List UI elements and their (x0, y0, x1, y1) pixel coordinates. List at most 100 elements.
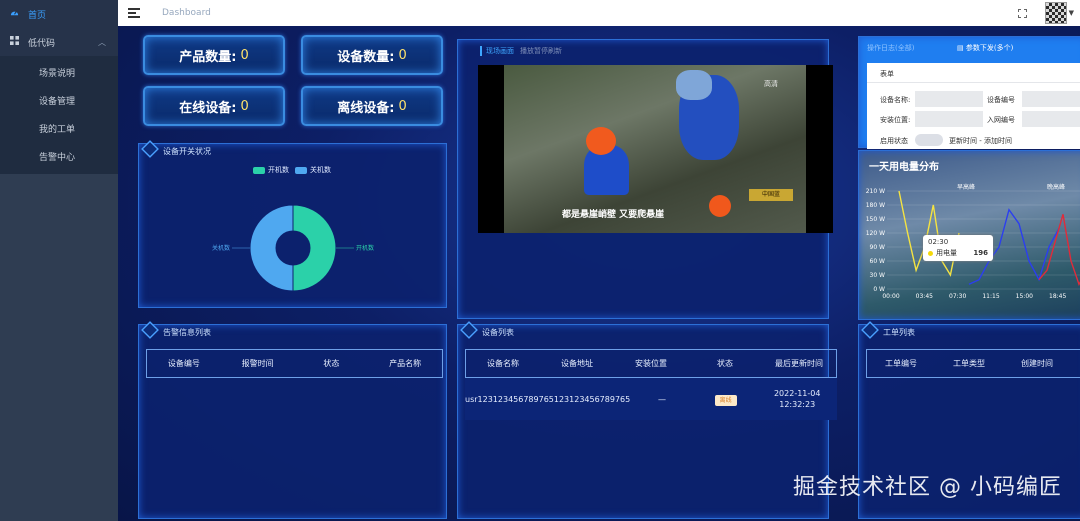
grid-icon (10, 36, 20, 48)
label-location: 安装位置: (880, 116, 911, 124)
location-input[interactable] (915, 111, 983, 127)
label-device-no: 设备编号 (987, 96, 1015, 104)
label-update-time: 更新时间 - 添加时间 (949, 137, 1012, 145)
cell-updated: 2022-11-04 12:32:23 (773, 389, 821, 409)
x-tick-label: 03:45 (916, 293, 933, 300)
column-header: 设备地址 (561, 359, 593, 368)
dashboard: 产品数量: 0 设备数量: 0 在线设备: 0 离线设备: 0 设备开关状况 开机数 关… (118, 26, 1080, 521)
cell-location: — (658, 394, 667, 404)
stat-label: 设备数量: (337, 49, 395, 65)
backpack-figure (676, 70, 712, 100)
cell-device-address: 123123456789765 (553, 394, 631, 404)
tooltip-time: 02:30 (928, 238, 949, 246)
parameter-panel: 操作日志(全部) ▤ 参数下发(多个) 表单 设备名称: 设备编号 安装位置: … (858, 36, 1080, 149)
slice-label: 关机数 (212, 244, 230, 252)
column-header: 工单类型 (953, 359, 985, 368)
enable-switch[interactable] (915, 134, 943, 146)
query-form: 表单 设备名称: 设备编号 安装位置: 入网编号 启用状态 更新时间 - 添加时… (867, 63, 1080, 149)
stat-value: 0 (240, 47, 249, 63)
column-header: 创建时间 (1021, 359, 1053, 368)
chevron-up-icon: ︿ (98, 37, 106, 47)
sidebar-item-label: 告警中心 (39, 152, 76, 163)
video-caption: 都是悬崖峭壁 又要爬悬崖 (562, 210, 665, 220)
column-header: 产品名称 (389, 359, 422, 368)
panel-title: 告警信息列表 (139, 321, 211, 339)
column-header: 状态 (717, 359, 733, 368)
avatar[interactable] (1044, 2, 1067, 24)
tab-operation-log[interactable]: 操作日志(全部) (867, 43, 914, 53)
sidebar-item-tickets[interactable]: 我的工单 (0, 114, 118, 142)
column-header: 最后更新时间 (775, 359, 823, 368)
device-table-header: 设备名称 设备地址 安装位置 状态 最后更新时间 (465, 349, 837, 378)
pie-slice (249, 204, 294, 292)
caret-down-icon[interactable]: ▼ (1069, 9, 1074, 17)
ticket-table-header: 工单编号 工单类型 创建时间 (866, 349, 1080, 378)
video-player[interactable]: 中国蓝 高清 都是悬崖峭壁 又要爬悬崖 (478, 65, 833, 233)
diamond-icon (460, 321, 478, 339)
stat-card-online: 在线设备: 0 (143, 86, 285, 126)
device-name-input[interactable] (915, 91, 983, 107)
fullscreen-icon[interactable] (1017, 8, 1027, 18)
stat-label: 离线设备: (337, 100, 395, 116)
app-root: 首页 低代码 ︿ 场景说明 设备管理 我的工单 告警中心 Dashboard ▼ (0, 0, 1080, 521)
annotation-label: 早高峰 (957, 183, 975, 191)
label-enable: 启用状态 (880, 137, 908, 145)
x-tick-label: 11:15 (982, 293, 999, 300)
annotation-label: 晚高峰 (1047, 183, 1065, 191)
alarm-table-header: 设备编号 报警时间 状态 产品名称 (146, 349, 443, 378)
helmet-figure (709, 195, 731, 217)
y-tick-label: 0 W (873, 286, 885, 293)
x-tick-label: 18:45 (1049, 293, 1066, 300)
x-tick-label: 00:00 (882, 293, 899, 300)
x-tick-label: 15:00 (1016, 293, 1033, 300)
tooltip-series: 用电量 (936, 249, 957, 257)
column-header: 工单编号 (885, 359, 917, 368)
tab-parameter-send[interactable]: ▤ 参数下发(多个) (957, 43, 1013, 53)
stat-value: 0 (240, 98, 249, 114)
series-line-red (1038, 214, 1080, 286)
channel-logo: 中国蓝 (749, 189, 793, 201)
helmet-figure (586, 127, 616, 155)
sidebar-item-scene[interactable]: 场景说明 (0, 58, 118, 86)
tooltip-value: 196 (973, 249, 988, 257)
sidebar-item-home[interactable]: 首页 (0, 0, 118, 28)
sidebar-item-label: 我的工单 (39, 124, 76, 135)
power-chart-panel: 一天用电量分布 0 W 30 W 60 W 90 W 120 W 150 W 180 W 21… (858, 150, 1080, 320)
y-tick-label: 120 W (866, 230, 885, 237)
chart-tooltip: 02:30 用电量 196 (923, 235, 993, 261)
tab-playback[interactable]: 播放暂停刷新 (520, 46, 562, 56)
dashboard-icon (10, 8, 20, 20)
header-actions: ▼ (1017, 2, 1080, 24)
panel-title-text: 工单列表 (883, 327, 915, 337)
stat-value: 0 (398, 47, 407, 63)
stat-card-products: 产品数量: 0 (143, 35, 285, 75)
live-tabs: 现场画面 播放暂停刷新 (480, 46, 562, 56)
label-network-no: 入网编号 (987, 116, 1015, 124)
video-frame: 中国蓝 高清 都是悬崖峭壁 又要爬悬崖 (504, 65, 806, 233)
stat-card-offline: 离线设备: 0 (301, 86, 443, 126)
sidebar-item-devices[interactable]: 设备管理 (0, 86, 118, 114)
alarm-list-panel: 告警信息列表 设备编号 报警时间 状态 产品名称 (138, 321, 447, 519)
diamond-icon (861, 321, 879, 339)
sidebar-item-lowcode[interactable]: 低代码 ︿ (0, 28, 118, 56)
slice-label: 开机数 (356, 244, 374, 252)
table-row[interactable]: usr123123456789765 123123456789765 — 离线 … (465, 378, 837, 420)
column-header: 设备编号 (167, 359, 200, 368)
cell-status: 离线 (694, 394, 758, 406)
sidebar-item-label: 场景说明 (39, 68, 76, 79)
network-no-input[interactable] (1022, 111, 1080, 127)
sidebar-item-alarms[interactable]: 告警中心 (0, 142, 118, 170)
tab-live[interactable]: 现场画面 (480, 46, 514, 56)
menu-toggle-icon[interactable] (128, 8, 140, 18)
tooltip-dot (928, 250, 933, 256)
switch-status-panel: 设备开关状况 开机数 关机数 开机数 关机数 (138, 140, 447, 308)
x-tick-label: 07:30 (949, 293, 966, 300)
device-no-input[interactable] (1022, 91, 1080, 107)
panel-title: 设备开关状况 (139, 140, 211, 158)
stat-card-devices: 设备数量: 0 (301, 35, 443, 75)
cell-device-name: usr123123456789765 (465, 394, 554, 404)
y-tick-label: 60 W (870, 258, 886, 265)
breadcrumb: Dashboard (162, 8, 211, 18)
video-hd-badge: 高清 (764, 80, 778, 88)
device-list-panel: 设备列表 设备名称 设备地址 安装位置 状态 最后更新时间 usr1231234… (457, 321, 837, 519)
